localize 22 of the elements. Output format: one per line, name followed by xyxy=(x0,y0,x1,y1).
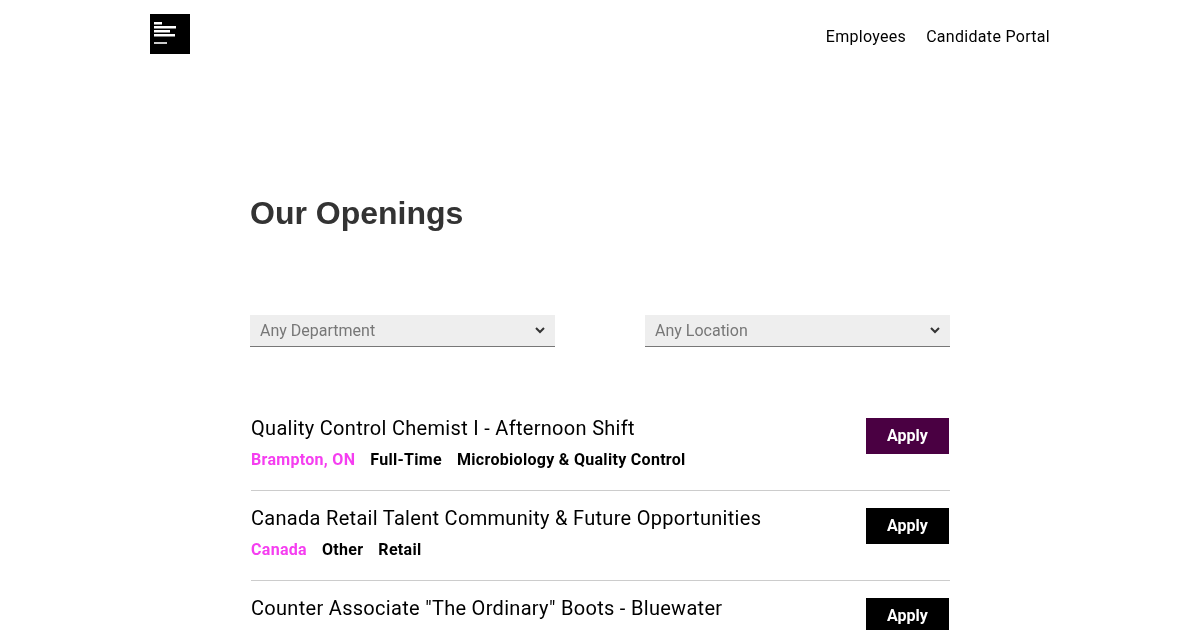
dropdown-placeholder: Any Location xyxy=(655,319,748,342)
page-title: Our Openings xyxy=(250,194,465,232)
job-tag: Other xyxy=(321,538,364,562)
filter-dropdown[interactable]: Any Location xyxy=(645,315,950,347)
logo-icon[interactable] xyxy=(150,14,190,54)
job-title[interactable]: Canada Retail Talent Community & Future Opportunities xyxy=(251,506,762,530)
job-location: Brampton, ON xyxy=(251,449,356,471)
chevron-down-icon xyxy=(930,327,940,334)
job-tag: Full-Time xyxy=(370,448,442,472)
job-tag: Microbiology & Quality Control xyxy=(457,448,686,472)
filter-dropdown[interactable]: Any Department xyxy=(250,315,555,347)
apply-button[interactable]: Apply xyxy=(866,418,949,454)
apply-button[interactable]: Apply xyxy=(866,508,949,544)
dropdown-placeholder: Any Department xyxy=(260,319,376,342)
nav-link[interactable]: Employees xyxy=(825,25,907,49)
job-tag: Retail xyxy=(378,538,422,562)
nav-link[interactable]: Candidate Portal xyxy=(926,25,1050,49)
job-location: Canada xyxy=(251,539,307,561)
apply-button[interactable]: Apply xyxy=(866,598,949,630)
job-title[interactable]: Counter Associate "The Ordinary" Boots - Bluewater xyxy=(251,596,723,620)
job-title[interactable]: Quality Control Chemist I - Afternoon Shift xyxy=(251,416,686,440)
chevron-down-icon xyxy=(535,327,545,334)
